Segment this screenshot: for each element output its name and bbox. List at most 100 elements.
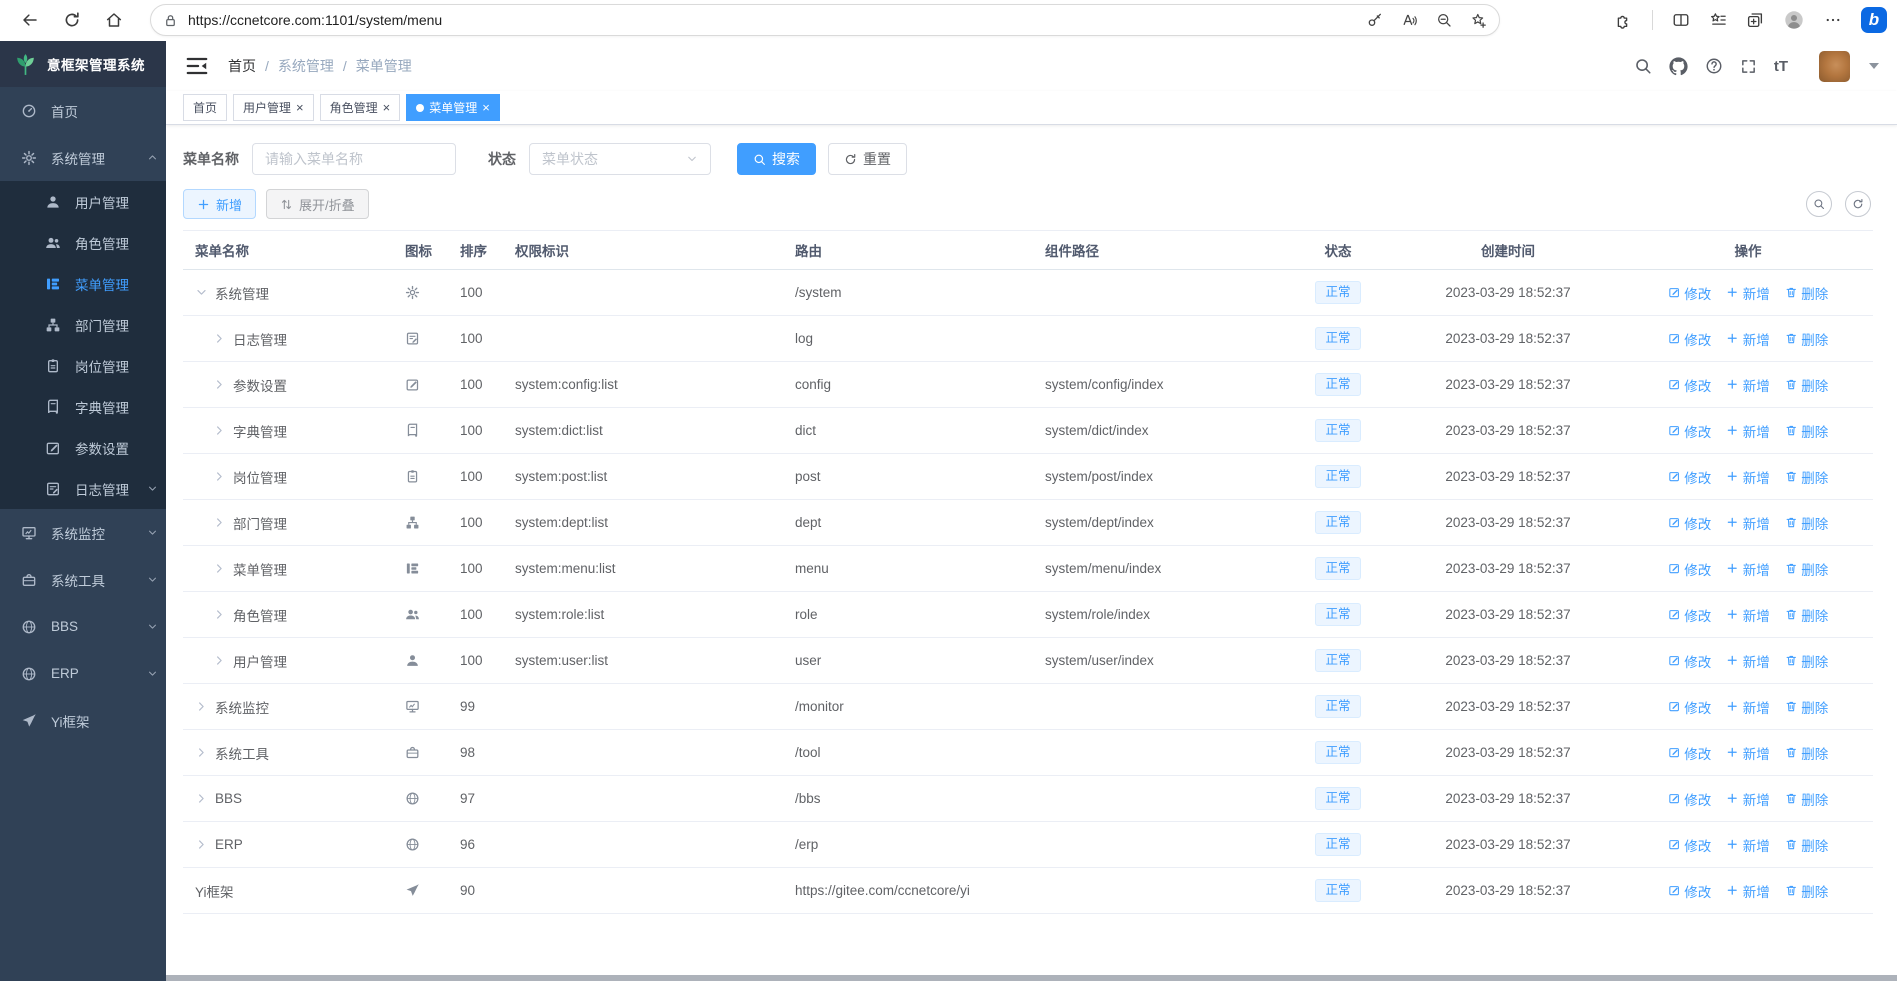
sidebar-item[interactable]: Yi框架 bbox=[0, 697, 166, 744]
sidebar-item[interactable]: 角色管理 bbox=[0, 222, 166, 263]
tree-toggle-icon[interactable] bbox=[213, 562, 226, 575]
edit-link[interactable]: 修改 bbox=[1668, 421, 1711, 441]
sidebar-item[interactable]: 系统监控 bbox=[0, 509, 166, 556]
breadcrumb-home[interactable]: 首页 bbox=[228, 56, 256, 76]
delete-link[interactable]: 删除 bbox=[1785, 559, 1828, 579]
delete-link[interactable]: 删除 bbox=[1785, 743, 1828, 763]
sidebar-item[interactable]: 用户管理 bbox=[0, 181, 166, 222]
delete-link[interactable]: 删除 bbox=[1785, 283, 1828, 303]
tree-toggle-icon[interactable] bbox=[213, 654, 226, 667]
add-link[interactable]: 新增 bbox=[1726, 375, 1770, 395]
edit-link[interactable]: 修改 bbox=[1668, 697, 1711, 717]
browser-refresh-button[interactable] bbox=[56, 4, 88, 36]
add-link[interactable]: 新增 bbox=[1726, 697, 1770, 717]
tree-toggle-icon[interactable] bbox=[195, 700, 208, 713]
collections-icon[interactable] bbox=[1746, 11, 1764, 29]
delete-link[interactable]: 删除 bbox=[1785, 881, 1828, 901]
delete-link[interactable]: 删除 bbox=[1785, 513, 1828, 533]
extensions-icon[interactable] bbox=[1615, 11, 1633, 29]
favorites-icon[interactable] bbox=[1709, 11, 1727, 29]
delete-link[interactable]: 删除 bbox=[1785, 789, 1828, 809]
more-options-icon[interactable] bbox=[1824, 11, 1842, 29]
tag-tab[interactable]: 首页 × bbox=[183, 94, 228, 121]
sidebar-item[interactable]: 系统工具 bbox=[0, 556, 166, 603]
add-link[interactable]: 新增 bbox=[1726, 881, 1770, 901]
browser-profile-icon[interactable] bbox=[1783, 9, 1805, 31]
password-key-icon[interactable] bbox=[1367, 12, 1383, 28]
add-link[interactable]: 新增 bbox=[1726, 513, 1770, 533]
split-screen-icon[interactable] bbox=[1672, 11, 1690, 29]
reset-button[interactable]: 重置 bbox=[828, 143, 907, 175]
edit-link[interactable]: 修改 bbox=[1668, 375, 1711, 395]
delete-link[interactable]: 删除 bbox=[1785, 651, 1828, 671]
add-link[interactable]: 新增 bbox=[1726, 283, 1770, 303]
github-icon[interactable] bbox=[1669, 57, 1688, 76]
expand-collapse-button[interactable]: 展开/折叠 bbox=[266, 189, 369, 219]
browser-home-button[interactable] bbox=[98, 4, 130, 36]
edit-link[interactable]: 修改 bbox=[1668, 329, 1711, 349]
delete-link[interactable]: 删除 bbox=[1785, 835, 1828, 855]
delete-link[interactable]: 删除 bbox=[1785, 605, 1828, 625]
header-search-icon[interactable] bbox=[1634, 57, 1652, 75]
edit-link[interactable]: 修改 bbox=[1668, 651, 1711, 671]
delete-link[interactable]: 删除 bbox=[1785, 467, 1828, 487]
url-text[interactable]: https://ccnetcore.com:1101/system/menu bbox=[188, 12, 1367, 28]
add-link[interactable]: 新增 bbox=[1726, 743, 1770, 763]
tag-close-icon[interactable]: × bbox=[296, 101, 304, 114]
font-size-icon[interactable]: tT bbox=[1774, 58, 1788, 75]
add-link[interactable]: 新增 bbox=[1726, 329, 1770, 349]
sidebar-item[interactable]: ERP bbox=[0, 650, 166, 697]
tree-toggle-icon[interactable] bbox=[213, 516, 226, 529]
sidebar-item[interactable]: 日志管理 bbox=[0, 468, 166, 509]
tag-tab[interactable]: 角色管理 × bbox=[319, 94, 401, 121]
add-button[interactable]: 新增 bbox=[183, 189, 257, 219]
fullscreen-icon[interactable] bbox=[1740, 58, 1757, 75]
address-bar[interactable]: https://ccnetcore.com:1101/system/menu bbox=[150, 4, 1500, 36]
add-link[interactable]: 新增 bbox=[1726, 467, 1770, 487]
avatar[interactable] bbox=[1819, 50, 1850, 82]
edit-link[interactable]: 修改 bbox=[1668, 467, 1711, 487]
edit-link[interactable]: 修改 bbox=[1668, 743, 1711, 763]
edit-link[interactable]: 修改 bbox=[1668, 605, 1711, 625]
add-link[interactable]: 新增 bbox=[1726, 835, 1770, 855]
sidebar-item[interactable]: 菜单管理 bbox=[0, 263, 166, 304]
menu-name-input[interactable] bbox=[252, 143, 456, 175]
horizontal-scrollbar[interactable] bbox=[166, 975, 1897, 981]
tree-toggle-icon[interactable] bbox=[213, 470, 226, 483]
delete-link[interactable]: 删除 bbox=[1785, 697, 1828, 717]
edit-link[interactable]: 修改 bbox=[1668, 513, 1711, 533]
tag-tab[interactable]: 用户管理 × bbox=[233, 94, 314, 121]
read-aloud-icon[interactable] bbox=[1401, 12, 1418, 29]
browser-back-button[interactable] bbox=[14, 4, 46, 36]
tree-toggle-icon[interactable] bbox=[213, 424, 226, 437]
edit-link[interactable]: 修改 bbox=[1668, 881, 1711, 901]
tag-close-icon[interactable]: × bbox=[482, 101, 490, 114]
add-favorite-icon[interactable] bbox=[1470, 12, 1487, 29]
refresh-table-button[interactable] bbox=[1845, 191, 1871, 217]
delete-link[interactable]: 删除 bbox=[1785, 329, 1828, 349]
add-link[interactable]: 新增 bbox=[1726, 421, 1770, 441]
sidebar-collapse-icon[interactable] bbox=[184, 53, 210, 79]
sidebar-item[interactable]: BBS bbox=[0, 603, 166, 650]
tree-toggle-icon[interactable] bbox=[195, 286, 208, 299]
tag-tab[interactable]: 菜单管理 × bbox=[406, 94, 500, 121]
sidebar-item[interactable]: 字典管理 bbox=[0, 386, 166, 427]
edit-link[interactable]: 修改 bbox=[1668, 789, 1711, 809]
tree-toggle-icon[interactable] bbox=[213, 378, 226, 391]
zoom-out-icon[interactable] bbox=[1436, 12, 1452, 28]
sidebar-item[interactable]: 部门管理 bbox=[0, 304, 166, 345]
tree-toggle-icon[interactable] bbox=[195, 838, 208, 851]
tree-toggle-icon[interactable] bbox=[195, 792, 208, 805]
edit-link[interactable]: 修改 bbox=[1668, 283, 1711, 303]
search-button[interactable]: 搜索 bbox=[737, 143, 816, 175]
status-select[interactable]: 菜单状态 bbox=[529, 143, 711, 175]
edit-link[interactable]: 修改 bbox=[1668, 559, 1711, 579]
sidebar-item[interactable]: 系统管理 bbox=[0, 134, 166, 181]
delete-link[interactable]: 删除 bbox=[1785, 375, 1828, 395]
help-icon[interactable] bbox=[1705, 57, 1723, 75]
logo[interactable]: 意框架管理系统 bbox=[0, 41, 166, 87]
add-link[interactable]: 新增 bbox=[1726, 651, 1770, 671]
delete-link[interactable]: 删除 bbox=[1785, 421, 1828, 441]
bing-chat-icon[interactable]: b bbox=[1861, 7, 1887, 33]
hide-search-button[interactable] bbox=[1806, 191, 1832, 217]
